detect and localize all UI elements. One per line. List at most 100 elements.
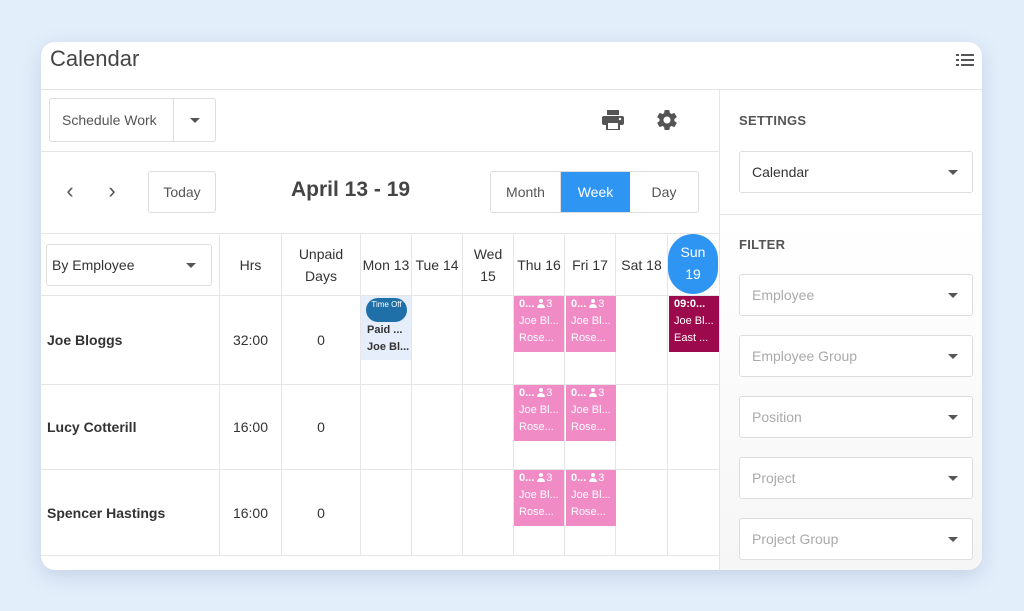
shift-staff-count: 3 xyxy=(598,472,605,484)
time-off-employee: Joe Bl... xyxy=(367,341,410,353)
shift-event[interactable]: 0... 3 Joe Bl... Rose... xyxy=(514,385,564,441)
schedule-work-label: Schedule Work xyxy=(62,112,157,128)
day-header-fri[interactable]: Fri 17 xyxy=(565,234,616,296)
date-navigation: ‹ › Today April 13 - 19 Month Week Day xyxy=(41,152,719,234)
day-cell[interactable] xyxy=(616,470,668,556)
view-day-button[interactable]: Day xyxy=(630,172,698,212)
shift-location: Rose... xyxy=(571,421,606,433)
filter-employee-select[interactable]: Employee xyxy=(739,274,973,316)
shift-location: Rose... xyxy=(519,421,554,433)
shift-location: East ... xyxy=(674,332,709,344)
day-header-sun-today[interactable]: Sun 19 xyxy=(668,234,718,294)
page-title: Calendar xyxy=(50,46,140,71)
calendar-main: Schedule Work ‹ › Today April 13 - 19 Mo… xyxy=(41,90,719,570)
day-cell[interactable] xyxy=(463,385,514,470)
person-icon xyxy=(589,299,598,308)
shift-event[interactable]: 09:0... Joe Bl... East ... xyxy=(669,296,719,352)
shift-location: Rose... xyxy=(519,506,554,518)
unpaid-days-header: Unpaid Days xyxy=(282,234,361,296)
day-cell[interactable] xyxy=(361,385,412,470)
filter-employee-group-select[interactable]: Employee Group xyxy=(739,335,973,377)
day-cell[interactable] xyxy=(412,296,463,385)
dropdown-divider xyxy=(173,99,174,141)
employee-hours: 32:00 xyxy=(220,296,282,385)
chevron-down-icon xyxy=(948,354,958,359)
view-week-button[interactable]: Week xyxy=(561,172,630,212)
chevron-down-icon xyxy=(186,263,196,268)
person-icon xyxy=(537,299,546,308)
settings-calendar-select[interactable]: Calendar xyxy=(739,151,973,193)
filter-placeholder: Employee xyxy=(752,287,815,303)
group-by-header: By Employee xyxy=(41,234,220,296)
shift-event[interactable]: 0... 3 Joe Bl... Rose... xyxy=(514,470,564,526)
employee-name[interactable]: Lucy Cotterill xyxy=(41,385,220,470)
shift-time: 0... xyxy=(519,298,535,310)
group-by-label: By Employee xyxy=(52,257,135,273)
sidebar-shade xyxy=(720,215,982,570)
day-cell[interactable] xyxy=(668,385,719,470)
today-button[interactable]: Today xyxy=(148,171,216,213)
shift-employee: Joe Bl... xyxy=(571,315,611,327)
chevron-right-icon[interactable]: › xyxy=(99,179,125,205)
day-header-mon[interactable]: Mon 13 xyxy=(361,234,412,296)
filter-position-select[interactable]: Position xyxy=(739,396,973,438)
chevron-down-icon xyxy=(948,537,958,542)
shift-location: Rose... xyxy=(571,332,606,344)
shift-time: 0... xyxy=(519,472,535,484)
day-header-tue[interactable]: Tue 14 xyxy=(412,234,463,296)
filter-placeholder: Position xyxy=(752,409,802,425)
filter-placeholder: Project Group xyxy=(752,531,839,547)
employee-name[interactable]: Spencer Hastings xyxy=(41,470,220,556)
view-month-button[interactable]: Month xyxy=(491,172,561,212)
filter-project-group-select[interactable]: Project Group xyxy=(739,518,973,560)
day-cell[interactable] xyxy=(616,385,668,470)
toolbar: Schedule Work xyxy=(41,90,719,152)
shift-event[interactable]: 0... 3 Joe Bl... Rose... xyxy=(566,470,616,526)
gear-icon[interactable] xyxy=(655,108,679,132)
employee-unpaid-days: 0 xyxy=(282,296,361,385)
shift-staff-count: 3 xyxy=(546,298,553,310)
day-header-sat[interactable]: Sat 18 xyxy=(616,234,668,296)
shift-employee: Joe Bl... xyxy=(519,315,559,327)
filter-project-select[interactable]: Project xyxy=(739,457,973,499)
title-bar: Calendar xyxy=(41,42,982,90)
shift-employee: Joe Bl... xyxy=(519,489,559,501)
schedule-work-dropdown[interactable]: Schedule Work xyxy=(49,98,216,142)
list-menu-icon[interactable] xyxy=(956,54,974,68)
shift-event[interactable]: 0... 3 Joe Bl... Rose... xyxy=(566,296,616,352)
shift-employee: Joe Bl... xyxy=(571,489,611,501)
view-toggle: Month Week Day xyxy=(490,171,699,213)
chevron-left-icon[interactable]: ‹ xyxy=(57,179,83,205)
shift-time: 0... xyxy=(571,472,587,484)
shift-event[interactable]: 0... 3 Joe Bl... Rose... xyxy=(514,296,564,352)
employee-name[interactable]: Joe Bloggs xyxy=(41,296,220,385)
day-cell[interactable] xyxy=(463,470,514,556)
day-header-wed[interactable]: Wed 15 xyxy=(463,234,514,296)
time-off-badge: Time Off xyxy=(366,298,407,322)
sidebar-divider xyxy=(720,214,982,215)
chevron-down-icon xyxy=(948,415,958,420)
schedule-grid: By Employee Hrs Unpaid Days Mon 13 Tue 1… xyxy=(41,234,719,570)
day-header-thu[interactable]: Thu 16 xyxy=(514,234,565,296)
calendar-window: Calendar Schedule Work ‹ › Today April 1… xyxy=(41,42,982,570)
time-off-event[interactable]: Time Off Paid ... Joe Bl... xyxy=(361,296,411,360)
hrs-header: Hrs xyxy=(220,234,282,296)
shift-time: 0... xyxy=(571,387,587,399)
day-cell[interactable] xyxy=(668,470,719,556)
day-cell[interactable] xyxy=(616,296,668,385)
person-icon xyxy=(537,388,546,397)
day-cell[interactable] xyxy=(361,470,412,556)
print-icon[interactable] xyxy=(602,110,624,131)
time-off-type: Paid ... xyxy=(367,324,403,336)
shift-time: 0... xyxy=(519,387,535,399)
day-cell[interactable] xyxy=(412,470,463,556)
shift-event[interactable]: 0... 3 Joe Bl... Rose... xyxy=(566,385,616,441)
shift-location: Rose... xyxy=(571,506,606,518)
person-icon xyxy=(589,473,598,482)
day-cell[interactable] xyxy=(463,296,514,385)
day-cell[interactable] xyxy=(412,385,463,470)
shift-staff-count: 3 xyxy=(546,472,553,484)
group-by-select[interactable]: By Employee xyxy=(46,244,212,286)
shift-employee: Joe Bl... xyxy=(674,315,714,327)
shift-employee: Joe Bl... xyxy=(571,404,611,416)
